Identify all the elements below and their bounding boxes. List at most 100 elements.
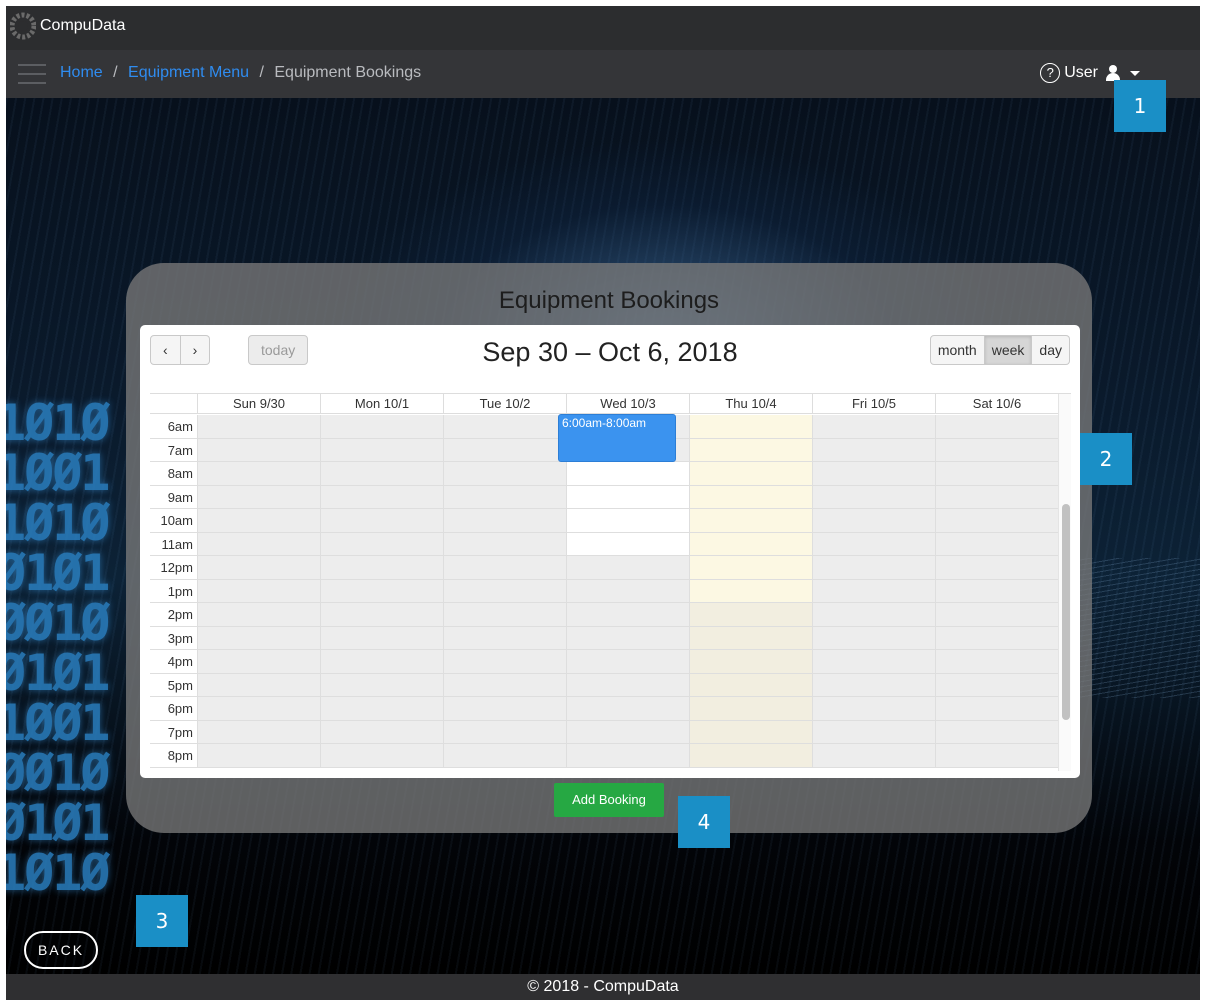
time-slot-cell[interactable] [320, 697, 443, 720]
time-slot-cell[interactable] [689, 650, 812, 673]
time-slot-cell[interactable] [566, 673, 689, 696]
time-slot-cell[interactable] [443, 532, 566, 555]
time-slot-cell[interactable] [320, 579, 443, 602]
time-slot-cell[interactable] [566, 744, 689, 767]
time-slot-cell[interactable] [935, 603, 1058, 626]
time-slot-cell[interactable] [689, 532, 812, 555]
time-slot-cell[interactable] [689, 485, 812, 508]
time-slot-cell[interactable] [935, 626, 1058, 649]
breadcrumb-home[interactable]: Home [60, 64, 103, 81]
time-slot-cell[interactable] [812, 415, 935, 438]
time-slot-cell[interactable] [935, 556, 1058, 579]
time-slot-cell[interactable] [566, 626, 689, 649]
time-slot-cell[interactable] [689, 509, 812, 532]
time-slot-cell[interactable] [443, 462, 566, 485]
time-slot-cell[interactable] [197, 438, 320, 461]
time-slot-cell[interactable] [689, 556, 812, 579]
view-week-button[interactable]: week [984, 335, 1033, 365]
time-slot-cell[interactable] [935, 485, 1058, 508]
time-slot-cell[interactable] [935, 744, 1058, 767]
time-slot-cell[interactable] [320, 626, 443, 649]
time-slot-cell[interactable] [689, 673, 812, 696]
breadcrumb-equipment-menu[interactable]: Equipment Menu [128, 64, 249, 81]
time-slot-cell[interactable] [197, 603, 320, 626]
time-slot-cell[interactable] [443, 485, 566, 508]
time-slot-cell[interactable] [320, 532, 443, 555]
time-slot-cell[interactable] [812, 509, 935, 532]
time-slot-cell[interactable] [689, 438, 812, 461]
time-slot-cell[interactable] [935, 697, 1058, 720]
time-slot-cell[interactable] [320, 462, 443, 485]
time-slot-cell[interactable] [443, 438, 566, 461]
time-slot-cell[interactable] [935, 532, 1058, 555]
time-slot-cell[interactable] [812, 650, 935, 673]
time-slot-cell[interactable] [443, 579, 566, 602]
scrollbar-thumb[interactable] [1062, 504, 1070, 720]
time-slot-cell[interactable] [935, 415, 1058, 438]
time-slot-cell[interactable] [689, 720, 812, 743]
time-slot-cell[interactable] [935, 673, 1058, 696]
time-slot-cell[interactable] [320, 603, 443, 626]
time-slot-cell[interactable] [320, 556, 443, 579]
time-slot-cell[interactable] [443, 744, 566, 767]
time-slot-cell[interactable] [812, 673, 935, 696]
time-slot-cell[interactable] [566, 509, 689, 532]
time-slot-cell[interactable] [566, 485, 689, 508]
time-slot-cell[interactable] [443, 697, 566, 720]
time-slot-cell[interactable] [197, 579, 320, 602]
time-slot-cell[interactable] [812, 603, 935, 626]
time-slot-cell[interactable] [935, 438, 1058, 461]
user-label[interactable]: User [1064, 64, 1098, 82]
time-slot-cell[interactable] [566, 532, 689, 555]
time-slot-cell[interactable] [812, 485, 935, 508]
time-slot-cell[interactable] [566, 697, 689, 720]
time-slot-cell[interactable] [935, 650, 1058, 673]
time-slot-cell[interactable] [197, 744, 320, 767]
time-slot-cell[interactable] [197, 509, 320, 532]
view-day-button[interactable]: day [1032, 335, 1070, 365]
time-slot-cell[interactable] [935, 462, 1058, 485]
time-slot-cell[interactable] [566, 556, 689, 579]
time-slot-cell[interactable] [443, 415, 566, 438]
time-slot-cell[interactable] [689, 744, 812, 767]
time-slot-cell[interactable] [812, 697, 935, 720]
time-slot-cell[interactable] [443, 603, 566, 626]
time-slot-cell[interactable] [197, 673, 320, 696]
back-button[interactable]: BACK [24, 931, 98, 969]
time-slot-cell[interactable] [197, 532, 320, 555]
time-slot-cell[interactable] [566, 650, 689, 673]
time-slot-cell[interactable] [812, 744, 935, 767]
hamburger-menu-icon[interactable] [18, 64, 46, 84]
time-slot-cell[interactable] [197, 720, 320, 743]
time-slot-cell[interactable] [197, 650, 320, 673]
time-slot-cell[interactable] [689, 462, 812, 485]
time-slot-cell[interactable] [443, 673, 566, 696]
time-slot-cell[interactable] [935, 720, 1058, 743]
time-slot-cell[interactable] [197, 485, 320, 508]
time-slot-cell[interactable] [320, 485, 443, 508]
time-slot-cell[interactable] [812, 720, 935, 743]
time-slot-cell[interactable] [689, 626, 812, 649]
time-slot-cell[interactable] [935, 579, 1058, 602]
time-slot-cell[interactable] [443, 556, 566, 579]
time-slot-cell[interactable] [566, 579, 689, 602]
time-slot-cell[interactable] [197, 556, 320, 579]
time-slot-cell[interactable] [812, 462, 935, 485]
time-slot-cell[interactable] [320, 744, 443, 767]
time-slot-cell[interactable] [689, 697, 812, 720]
time-slot-cell[interactable] [812, 579, 935, 602]
time-slot-cell[interactable] [812, 556, 935, 579]
time-slot-cell[interactable] [320, 650, 443, 673]
time-slot-cell[interactable] [197, 415, 320, 438]
time-slot-cell[interactable] [320, 673, 443, 696]
time-slot-cell[interactable] [812, 626, 935, 649]
time-slot-cell[interactable] [197, 697, 320, 720]
time-slot-cell[interactable] [566, 462, 689, 485]
booking-event[interactable]: 6:00am-8:00am [558, 414, 676, 462]
time-slot-cell[interactable] [197, 626, 320, 649]
time-slot-cell[interactable] [443, 720, 566, 743]
time-slot-cell[interactable] [320, 509, 443, 532]
time-slot-cell[interactable] [812, 438, 935, 461]
view-month-button[interactable]: month [929, 335, 985, 365]
time-slot-cell[interactable] [197, 462, 320, 485]
